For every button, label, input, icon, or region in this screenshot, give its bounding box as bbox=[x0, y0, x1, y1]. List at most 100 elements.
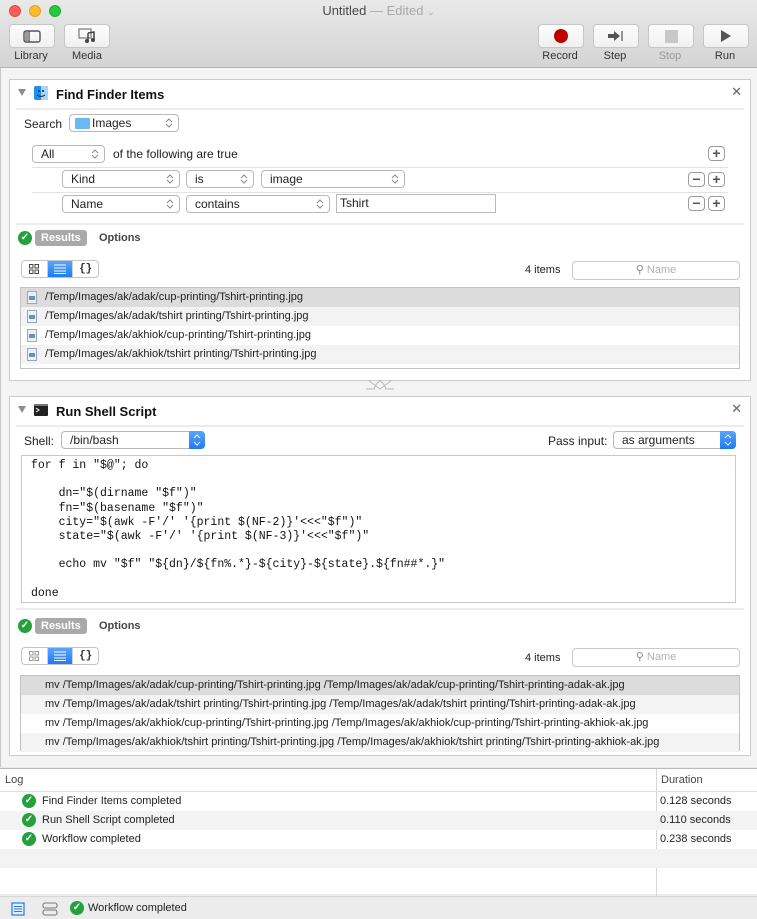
workflow-area: Find Finder Items ✕ Search Images All of… bbox=[0, 68, 757, 767]
command-text: mv /Temp/Images/ak/akhiok/cup-printing/T… bbox=[45, 717, 649, 729]
close-icon[interactable]: ✕ bbox=[731, 401, 742, 417]
log-entry[interactable]: ✓ Workflow completed 0.238 seconds bbox=[0, 830, 757, 849]
icon-view-button[interactable] bbox=[22, 261, 47, 277]
up-down-arrows-icon bbox=[316, 199, 324, 209]
tab-options[interactable]: Options bbox=[99, 230, 141, 246]
duration-column-header[interactable]: Duration bbox=[661, 774, 703, 786]
script-editor[interactable]: for f in "$@"; do dn="$(dirname "$f")" f… bbox=[21, 455, 736, 603]
step-icon bbox=[608, 31, 623, 41]
text-view-button[interactable]: {} bbox=[72, 648, 98, 664]
remove-condition-button[interactable]: − bbox=[688, 196, 705, 211]
text-view-button[interactable]: {} bbox=[72, 261, 98, 277]
list-item[interactable]: mv /Temp/Images/ak/adak/cup-printing/Tsh… bbox=[21, 676, 739, 695]
window-title[interactable]: Untitled — Edited ⌄ bbox=[0, 3, 757, 18]
shell-label: Shell: bbox=[24, 434, 55, 448]
condition-value-input[interactable]: Tshirt bbox=[336, 194, 496, 213]
results-filter-input[interactable]: ⚲ Name bbox=[572, 261, 740, 280]
shell-popup[interactable]: /bin/bash bbox=[61, 431, 205, 449]
record-button[interactable] bbox=[538, 24, 584, 48]
up-down-arrows-icon bbox=[240, 174, 248, 184]
divider bbox=[32, 192, 728, 193]
search-icon: ⚲ bbox=[635, 264, 644, 276]
add-condition-button[interactable]: + bbox=[708, 196, 725, 211]
media-label: Media bbox=[72, 50, 102, 62]
search-placeholder: Name bbox=[646, 651, 677, 663]
condition-field-popup[interactable]: Kind bbox=[62, 170, 180, 188]
library-button[interactable] bbox=[9, 24, 55, 48]
divider bbox=[32, 167, 728, 168]
close-icon[interactable]: ✕ bbox=[731, 84, 742, 100]
divider bbox=[16, 108, 744, 110]
list-item[interactable]: /Temp/Images/ak/akhiok/tshirt printing/T… bbox=[21, 345, 739, 364]
find-finder-items-action: Find Finder Items ✕ Search Images All of… bbox=[9, 79, 751, 381]
list-item[interactable]: mv /Temp/Images/ak/akhiok/tshirt printin… bbox=[21, 733, 739, 752]
action-title: Run Shell Script bbox=[56, 404, 157, 419]
results-list: mv /Temp/Images/ak/adak/cup-printing/Tsh… bbox=[20, 675, 740, 752]
pass-input-popup[interactable]: as arguments bbox=[613, 431, 736, 449]
divider bbox=[16, 223, 744, 225]
match-description: of the following are true bbox=[113, 147, 238, 161]
action-connector-icon bbox=[366, 379, 394, 390]
list-item[interactable]: /Temp/Images/ak/adak/cup-printing/Tshirt… bbox=[21, 288, 739, 307]
list-item[interactable]: mv /Temp/Images/ak/adak/tshirt printing/… bbox=[21, 695, 739, 714]
step-button[interactable] bbox=[593, 24, 639, 48]
play-icon bbox=[721, 30, 731, 42]
remove-condition-button[interactable]: − bbox=[688, 172, 705, 187]
divider bbox=[16, 425, 744, 427]
icon-view-button[interactable] bbox=[22, 648, 47, 664]
list-view-button[interactable] bbox=[46, 648, 73, 664]
pass-input-value: as arguments bbox=[622, 433, 695, 447]
stop-icon bbox=[664, 29, 678, 43]
log-entry[interactable]: ✓ Run Shell Script completed 0.110 secon… bbox=[0, 811, 757, 830]
action-header[interactable]: Run Shell Script ✕ bbox=[10, 397, 750, 423]
tab-results[interactable]: Results bbox=[35, 618, 87, 634]
braces-icon: {} bbox=[79, 263, 93, 275]
add-condition-button[interactable]: + bbox=[708, 146, 725, 161]
view-mode-control[interactable]: {} bbox=[21, 647, 99, 665]
tab-options[interactable]: Options bbox=[99, 618, 141, 634]
list-item[interactable]: mv /Temp/Images/ak/akhiok/cup-printing/T… bbox=[21, 714, 739, 733]
stop-label: Stop bbox=[658, 50, 682, 62]
list-view-button[interactable] bbox=[46, 261, 73, 277]
run-button[interactable] bbox=[703, 24, 749, 48]
braces-icon: {} bbox=[79, 650, 93, 662]
condition-operator-popup[interactable]: is bbox=[186, 170, 254, 188]
list-icon bbox=[54, 264, 66, 274]
view-mode-control[interactable]: {} bbox=[21, 260, 99, 278]
up-down-arrows-icon bbox=[91, 149, 99, 159]
condition-field-value: Kind bbox=[71, 172, 96, 186]
command-text: mv /Temp/Images/ak/adak/tshirt printing/… bbox=[45, 698, 636, 710]
folder-icon bbox=[75, 118, 90, 129]
list-item[interactable]: /Temp/Images/ak/akhiok/cup-printing/Tshi… bbox=[21, 326, 739, 345]
terminal-icon bbox=[34, 404, 48, 416]
show-log-icon[interactable] bbox=[11, 902, 25, 916]
log-header: Log Duration bbox=[0, 769, 757, 792]
log-column-header[interactable]: Log bbox=[5, 774, 23, 786]
library-label: Library bbox=[14, 50, 48, 62]
jpg-file-icon bbox=[27, 310, 37, 323]
status-message: Workflow completed bbox=[88, 902, 187, 914]
media-button[interactable] bbox=[64, 24, 110, 48]
list-item[interactable]: /Temp/Images/ak/adak/tshirt printing/Tsh… bbox=[21, 307, 739, 326]
run-label: Run bbox=[714, 50, 736, 62]
condition-field-popup[interactable]: Name bbox=[62, 195, 180, 213]
condition-operator-popup[interactable]: contains bbox=[186, 195, 330, 213]
stop-button[interactable] bbox=[648, 24, 694, 48]
match-mode-popup[interactable]: All bbox=[32, 145, 105, 163]
file-path: /Temp/Images/ak/akhiok/cup-printing/Tshi… bbox=[45, 329, 311, 341]
disclosure-triangle-icon[interactable] bbox=[18, 89, 26, 96]
results-filter-input[interactable]: ⚲ Name bbox=[572, 648, 740, 667]
jpg-file-icon bbox=[27, 291, 37, 304]
status-bar: ✓ Workflow completed bbox=[0, 896, 757, 919]
disclosure-triangle-icon[interactable] bbox=[18, 406, 26, 413]
action-header[interactable]: Find Finder Items ✕ bbox=[10, 80, 750, 106]
show-variables-icon[interactable] bbox=[42, 902, 58, 916]
edited-label: Edited bbox=[386, 3, 424, 18]
search-location-popup[interactable]: Images bbox=[69, 114, 179, 132]
condition-value-popup[interactable]: image bbox=[261, 170, 405, 188]
add-condition-button[interactable]: + bbox=[708, 172, 725, 187]
condition-operator-value: contains bbox=[195, 197, 240, 211]
log-entry[interactable]: ✓ Find Finder Items completed 0.128 seco… bbox=[0, 792, 757, 811]
log-panel: Log Duration ✓ Find Finder Items complet… bbox=[0, 768, 757, 900]
tab-results[interactable]: Results bbox=[35, 230, 87, 246]
